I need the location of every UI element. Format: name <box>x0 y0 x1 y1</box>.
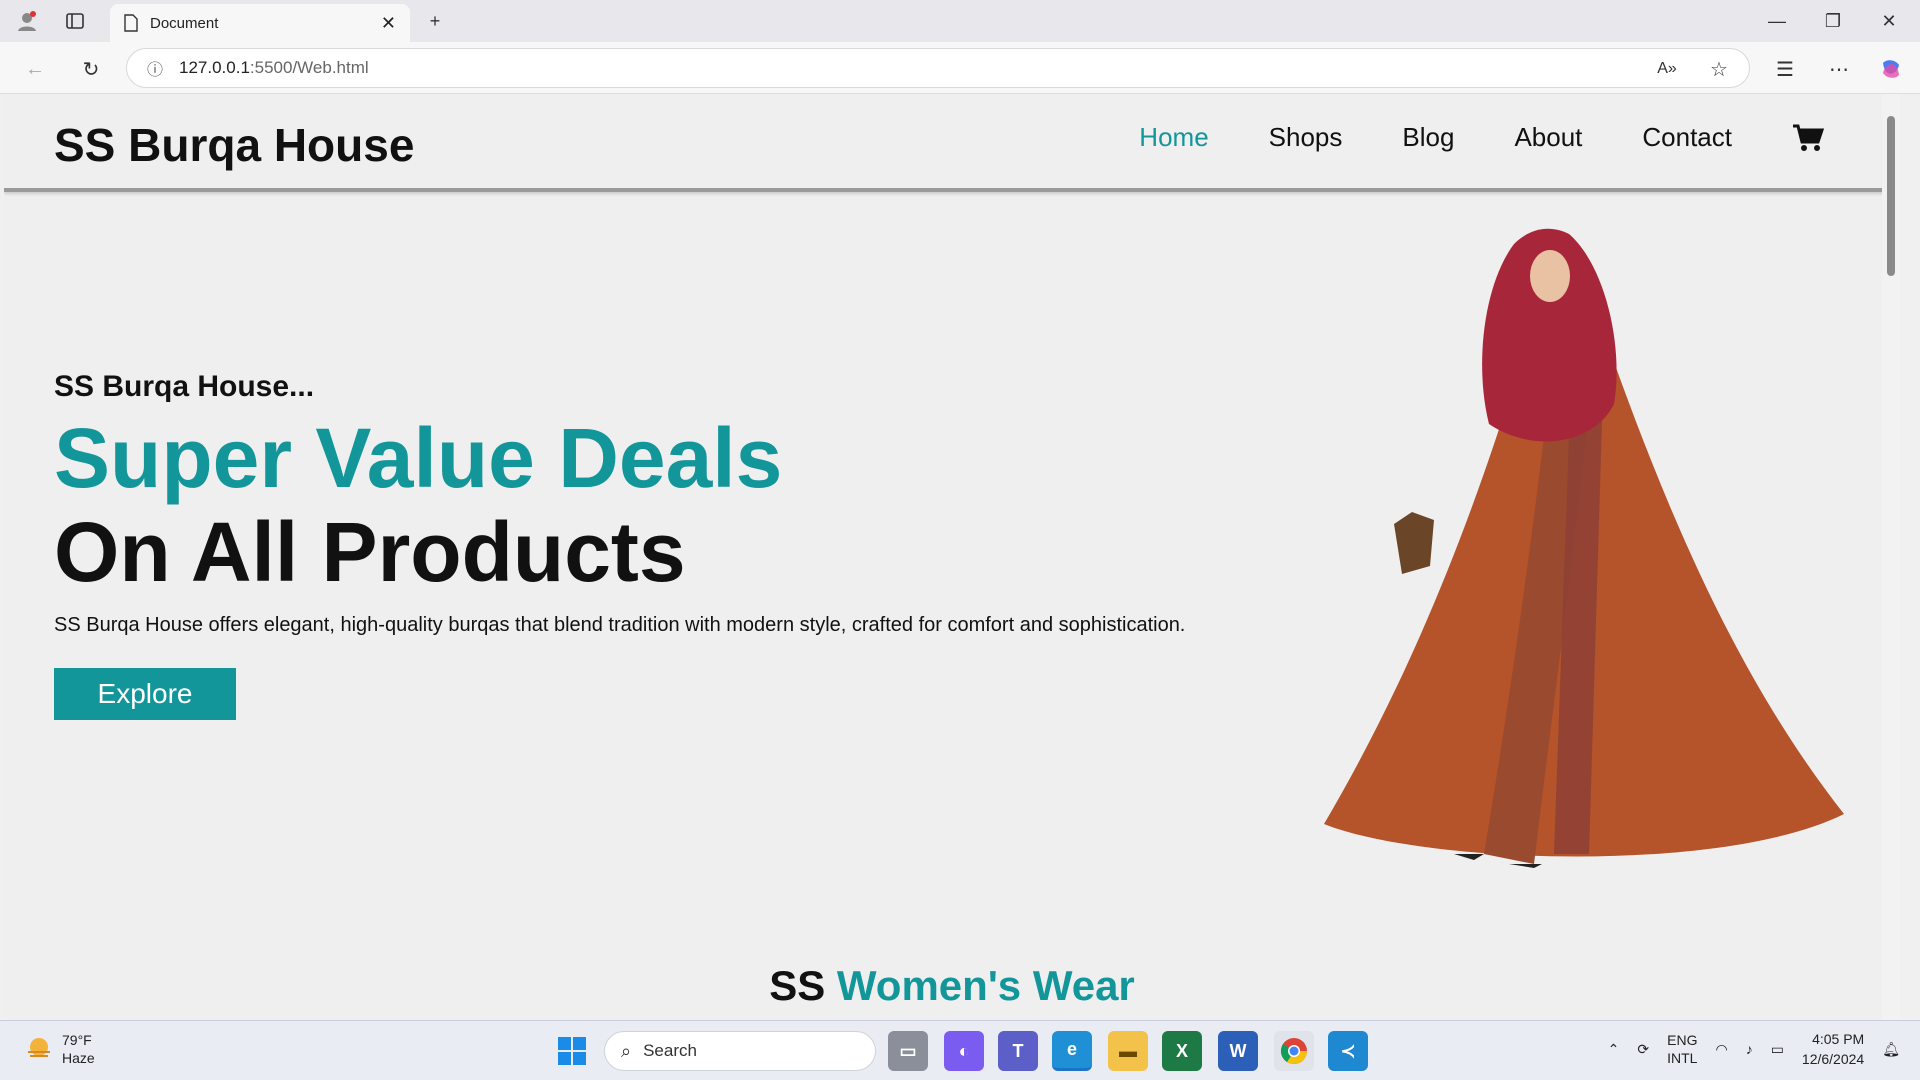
hero-model-image <box>1324 228 1844 868</box>
language-indicator[interactable]: ENG INTL <box>1667 1031 1697 1067</box>
minimize-icon[interactable]: — <box>1764 8 1790 34</box>
tab-document[interactable]: Document ✕ <box>110 4 410 42</box>
url-path: :5500/Web.html <box>249 58 369 77</box>
nav-home[interactable]: Home <box>1139 122 1208 153</box>
section-title-accent: Women's Wear <box>836 962 1135 1009</box>
nav-about[interactable]: About <box>1514 122 1582 153</box>
restore-icon[interactable]: ❐ <box>1820 8 1846 34</box>
address-bar[interactable]: ⓘ 127.0.0.1:5500/Web.html <box>126 48 1750 88</box>
windows-start-icon[interactable] <box>552 1031 592 1071</box>
nav-blog[interactable]: Blog <box>1402 122 1454 153</box>
hero-headline: On All Products <box>54 505 686 599</box>
word-icon[interactable]: W <box>1218 1031 1258 1071</box>
battery-icon[interactable]: ▭ <box>1771 1041 1784 1058</box>
main-nav: Home Shops Blog About Contact <box>1139 122 1824 153</box>
scrollbar-thumb[interactable] <box>1887 116 1895 276</box>
site-header: SS Burqa House Home Shops Blog About Con… <box>4 94 1900 192</box>
cart-icon[interactable] <box>1792 123 1824 153</box>
weather-desc: Haze <box>62 1050 95 1066</box>
taskbar-search[interactable]: ⌕ Search <box>604 1031 876 1071</box>
haze-sun-icon <box>28 1038 50 1057</box>
hero-headline-accent: Super Value Deals <box>54 411 783 505</box>
edge-icon[interactable]: e <box>1052 1031 1092 1071</box>
search-placeholder: Search <box>643 1041 697 1060</box>
hero-description: SS Burqa House offers elegant, high-qual… <box>54 614 1186 636</box>
hero-subtitle: SS Burqa House... <box>54 370 315 403</box>
profile-icon[interactable] <box>14 8 40 34</box>
copilot-taskbar-icon[interactable]: ◐ <box>944 1031 984 1071</box>
page-scrollbar[interactable] <box>1882 94 1900 1020</box>
wifi-icon[interactable]: ◠ <box>1715 1041 1727 1058</box>
weather-temp: 79°F <box>62 1032 92 1048</box>
vscode-icon[interactable]: ≺ <box>1328 1031 1368 1071</box>
browser-tab-strip: Document ✕ + — ❐ ✕ <box>0 0 1920 42</box>
favorites-icon[interactable]: ☰ <box>1770 54 1800 84</box>
close-window-icon[interactable]: ✕ <box>1876 8 1902 34</box>
weather-widget[interactable]: 79°F Haze <box>24 1031 95 1067</box>
keyboard-layout: INTL <box>1667 1050 1698 1066</box>
search-icon: ⌕ <box>621 1040 632 1061</box>
page-icon <box>124 14 138 32</box>
teams-icon[interactable]: T <box>998 1031 1038 1071</box>
show-hidden-icons-icon[interactable]: ⌃ <box>1608 1041 1620 1058</box>
language-code: ENG <box>1667 1032 1698 1048</box>
nav-contact[interactable]: Contact <box>1642 122 1732 153</box>
section-title: SS Women's Wear <box>4 962 1900 1010</box>
back-icon[interactable]: ← <box>20 54 50 84</box>
volume-icon[interactable]: ♪ <box>1746 1041 1753 1057</box>
section-title-prefix: SS <box>769 962 826 1009</box>
explore-button[interactable]: Explore <box>54 668 236 720</box>
nav-shops[interactable]: Shops <box>1269 122 1343 153</box>
system-tray: ⌃ ⟳ ENG INTL ◠ ♪ ▭ 4:05 PM 12/6/2024 🔔︎ <box>1608 1029 1900 1069</box>
taskbar: 79°F Haze ⌕ Search ▭ ◐ T e ▬ X W ≺ ⌃ ⟳ E… <box>0 1020 1920 1080</box>
url-host: 127.0.0.1 <box>179 58 250 77</box>
clock-time: 4:05 PM <box>1812 1031 1865 1047</box>
file-explorer-icon[interactable]: ▬ <box>1108 1031 1148 1071</box>
close-tab-icon[interactable]: ✕ <box>381 13 396 34</box>
new-tab-icon[interactable]: + <box>422 8 448 34</box>
notification-bell-icon[interactable]: 🔔︎ <box>1882 1041 1900 1058</box>
more-icon[interactable]: ⋯ <box>1824 54 1854 84</box>
task-view-icon[interactable]: ▭ <box>888 1031 928 1071</box>
clock[interactable]: 4:05 PM 12/6/2024 <box>1802 1029 1864 1069</box>
site-info-icon[interactable]: ⓘ <box>147 56 163 80</box>
sync-icon[interactable]: ⟳ <box>1637 1041 1649 1058</box>
copilot-icon[interactable] <box>1876 54 1906 84</box>
tab-title: Document <box>150 14 219 32</box>
chrome-icon[interactable] <box>1274 1031 1314 1071</box>
clock-date: 12/6/2024 <box>1801 1051 1865 1067</box>
address-bar-row: ← ↻ ⓘ 127.0.0.1:5500/Web.html A» ☆ ☰ ⋯ <box>0 42 1920 94</box>
read-aloud-icon[interactable]: A» <box>1652 54 1682 84</box>
page-viewport: SS Burqa House Home Shops Blog About Con… <box>4 94 1900 1020</box>
tab-actions-icon[interactable] <box>62 8 88 34</box>
favorite-star-icon[interactable]: ☆ <box>1704 54 1734 84</box>
refresh-icon[interactable]: ↻ <box>76 54 106 84</box>
site-logo[interactable]: SS Burqa House <box>54 118 414 172</box>
excel-icon[interactable]: X <box>1162 1031 1202 1071</box>
